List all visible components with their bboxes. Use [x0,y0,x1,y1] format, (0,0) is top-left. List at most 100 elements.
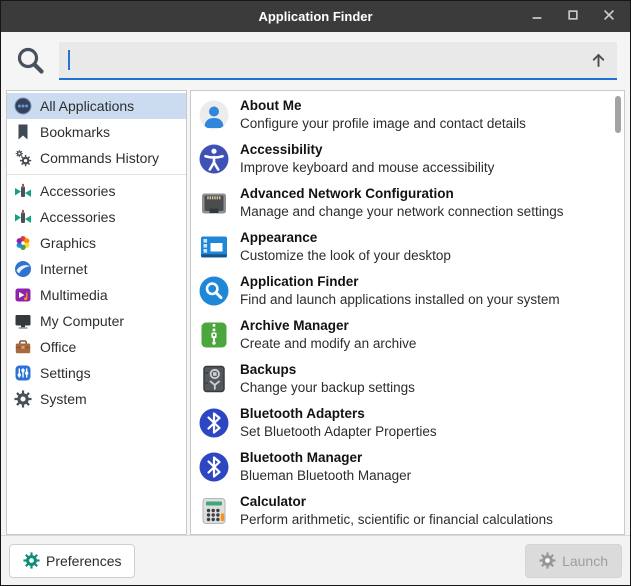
sidebar-separator [7,174,186,175]
minimize-button[interactable] [528,8,546,26]
sidebar-item-accessories[interactable]: Accessories [7,178,186,204]
application-description: Configure your profile image and contact… [240,115,526,133]
sidebar-item-label: System [40,391,87,407]
accessibility-icon [198,143,230,175]
sidebar-item-label: Internet [40,261,87,277]
settings-icon [14,364,32,382]
application-name: Appearance [240,229,451,247]
application-name: Bluetooth Manager [240,449,411,467]
application-name: Advanced Network Configuration [240,185,563,203]
main-area: All Applications Bookmarks Commands Hist… [1,90,630,535]
sidebar: All Applications Bookmarks Commands Hist… [6,90,187,535]
sidebar-item-office[interactable]: Office [7,334,186,360]
sidebar-item-bookmarks[interactable]: Bookmarks [7,119,186,145]
application-description: Perform arithmetic, scientific or financ… [240,511,553,529]
up-arrow-icon[interactable] [589,51,608,70]
all-applications-icon [14,97,32,115]
application-row-about-me[interactable]: About Me Configure your profile image an… [191,93,624,137]
appearance-icon [198,231,230,263]
bluetooth-icon [198,407,230,439]
preferences-button[interactable]: Preferences [9,544,135,578]
internet-icon [14,260,32,278]
sidebar-item-accessories[interactable]: Accessories [7,204,186,230]
application-description: Create and modify an archive [240,335,416,353]
application-finder-icon [198,275,230,307]
application-name: Archive Manager [240,317,416,335]
gear-icon [539,552,556,569]
bookmarks-icon [14,123,32,141]
gear-icon [23,552,40,569]
search-input[interactable] [70,51,589,69]
multimedia-icon [14,286,32,304]
application-name: Accessibility [240,141,494,159]
application-row-bluetooth-manager[interactable]: Bluetooth Manager Blueman Bluetooth Mana… [191,445,624,489]
about-me-icon [198,99,230,131]
bluetooth-icon [198,451,230,483]
close-button[interactable] [600,8,618,26]
application-name: About Me [240,97,526,115]
application-description: Improve keyboard and mouse accessibility [240,159,494,177]
preferences-label: Preferences [46,553,121,569]
application-description: Find and launch applications installed o… [240,291,560,309]
sidebar-item-label: Settings [40,365,91,381]
sidebar-item-all-applications[interactable]: All Applications [7,93,186,119]
application-row-backups[interactable]: Backups Change your backup settings [191,357,624,401]
my-computer-icon [14,312,32,330]
calculator-icon [198,495,230,527]
sidebar-item-commands-history[interactable]: Commands History [7,145,186,171]
sidebar-item-settings[interactable]: Settings [7,360,186,386]
search-bar [1,32,630,90]
application-description: Blueman Bluetooth Manager [240,467,411,485]
application-description: Set Bluetooth Adapter Properties [240,423,437,441]
application-name: Application Finder [240,273,560,291]
archive-manager-icon [198,319,230,351]
office-icon [14,338,32,356]
application-row-application-finder[interactable]: Application Finder Find and launch appli… [191,269,624,313]
application-description: Change your backup settings [240,379,415,397]
application-row-bluetooth-adapters[interactable]: Bluetooth Adapters Set Bluetooth Adapter… [191,401,624,445]
system-icon [14,390,32,408]
minimize-icon [530,8,544,25]
backups-icon [198,363,230,395]
application-name: Bluetooth Adapters [240,405,437,423]
sidebar-item-graphics[interactable]: Graphics [7,230,186,256]
application-row-archive-manager[interactable]: Archive Manager Create and modify an arc… [191,313,624,357]
sidebar-item-system[interactable]: System [7,386,186,412]
sidebar-item-label: My Computer [40,313,124,329]
application-row-advanced-network-configuration[interactable]: Advanced Network Configuration Manage an… [191,181,624,225]
graphics-icon [14,234,32,252]
application-row-calculator[interactable]: Calculator Perform arithmetic, scientifi… [191,489,624,533]
sidebar-item-label: Multimedia [40,287,108,303]
maximize-icon [566,8,580,25]
application-name: Calculator [240,493,553,511]
sidebar-item-label: Accessories [40,209,115,225]
application-list: About Me Configure your profile image an… [190,90,625,535]
sidebar-item-label: Office [40,339,76,355]
launch-button[interactable]: Launch [525,544,622,578]
application-description: Manage and change your network connectio… [240,203,563,221]
accessories-icon [14,182,32,200]
sidebar-item-multimedia[interactable]: Multimedia [7,282,186,308]
footer-bar: Preferences Launch [1,535,630,585]
window-controls [528,8,630,26]
network-port-icon [198,187,230,219]
sidebar-item-label: Bookmarks [40,124,110,140]
search-icon [14,44,48,78]
sidebar-item-internet[interactable]: Internet [7,256,186,282]
search-entry[interactable] [59,42,617,80]
application-name: Backups [240,361,415,379]
sidebar-item-label: Commands History [40,150,159,166]
close-icon [602,8,616,25]
application-description: Customize the look of your desktop [240,247,451,265]
maximize-button[interactable] [564,8,582,26]
titlebar[interactable]: Application Finder [1,1,630,32]
sidebar-item-label: Accessories [40,183,115,199]
accessories-icon [14,208,32,226]
application-row-accessibility[interactable]: Accessibility Improve keyboard and mouse… [191,137,624,181]
application-finder-window: Application Finder All Applications Book… [0,0,631,586]
sidebar-item-my-computer[interactable]: My Computer [7,308,186,334]
application-row-appearance[interactable]: Appearance Customize the look of your de… [191,225,624,269]
sidebar-item-label: Graphics [40,235,96,251]
scrollbar-thumb[interactable] [615,96,621,133]
commands-history-icon [14,149,32,167]
